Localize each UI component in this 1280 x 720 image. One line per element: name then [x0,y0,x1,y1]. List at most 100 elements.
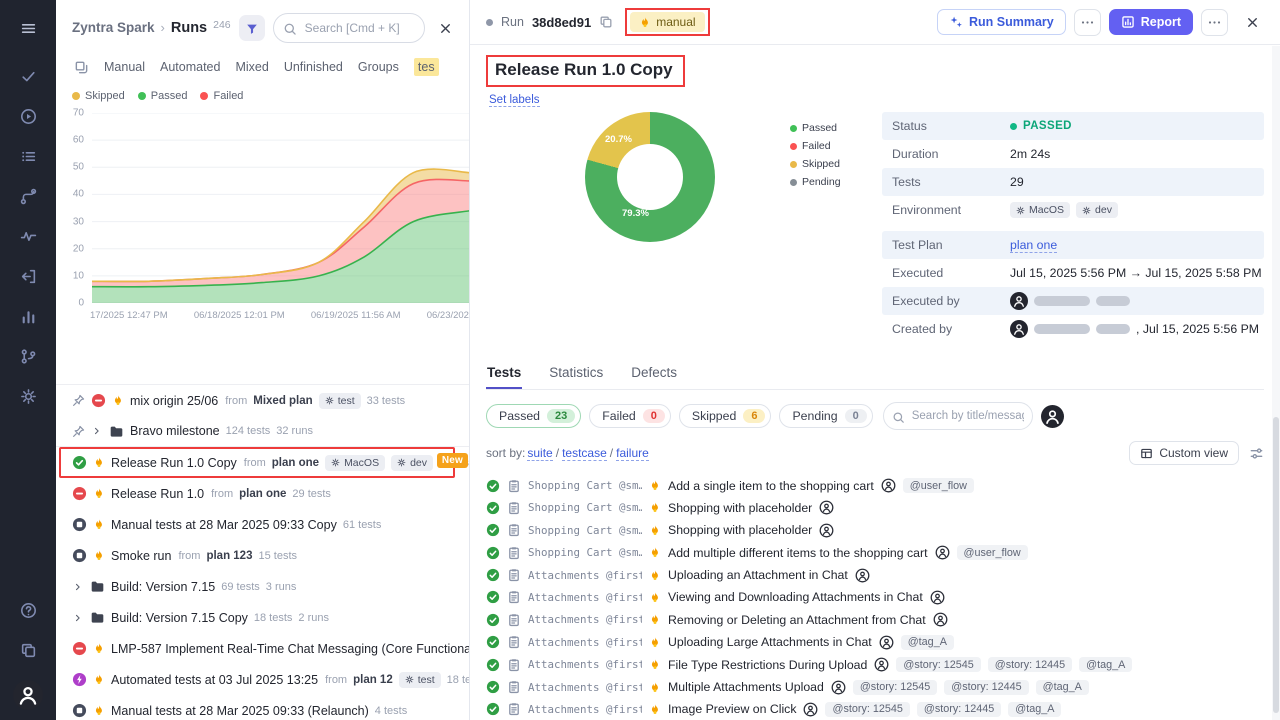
tests-search-input[interactable] [883,402,1033,430]
test-title[interactable]: Add multiple different items to the shop… [668,546,928,560]
test-title[interactable]: Uploading an Attachment in Chat [668,568,848,582]
custom-view-button[interactable]: Custom view [1129,441,1239,465]
sort-by-testcase[interactable]: testcase [562,446,607,461]
assignee-icon[interactable] [803,702,818,717]
pulse-icon[interactable] [10,218,46,254]
assignee-filter-avatar[interactable] [1041,405,1064,428]
docs-icon[interactable] [10,632,46,668]
check-icon[interactable] [10,58,46,94]
test-title[interactable]: Uploading Large Attachments in Chat [668,635,872,649]
test-row[interactable]: Attachments @firstUploading Large Attach… [486,631,1264,653]
test-row[interactable]: Shopping Cart @sm…Shopping with placehol… [486,497,1264,519]
assignee-icon[interactable] [831,680,846,695]
tab-mixed[interactable]: Mixed [235,60,268,74]
chevron-right-icon[interactable] [72,612,84,624]
test-title[interactable]: Multiple Attachments Upload [668,680,824,694]
more-options-button-2[interactable] [1201,9,1228,36]
test-row[interactable]: Attachments @firstImage Preview on Click… [486,698,1264,720]
tab-manual[interactable]: Manual [104,60,145,74]
filter-pending[interactable]: Pending0 [779,404,872,428]
branch-icon[interactable] [10,338,46,374]
tab-tes[interactable]: tes [414,58,439,76]
test-tag[interactable]: @tag_A [1036,680,1089,695]
test-tag[interactable]: @story: 12545 [853,680,937,695]
tab-tests[interactable]: Tests [486,356,522,389]
test-title[interactable]: Removing or Deleting an Attachment from … [668,613,926,627]
test-row[interactable]: Attachments @firstViewing and Downloadin… [486,586,1264,608]
report-button[interactable]: Report [1109,9,1193,36]
run-list-item[interactable]: Release Run 1.0fromplan one29 tests [56,478,469,509]
project-name[interactable]: Zyntra Spark [72,20,155,35]
set-labels-link[interactable]: Set labels [489,94,540,107]
tab-defects[interactable]: Defects [630,356,678,389]
tasks-icon[interactable] [10,138,46,174]
close-panel-button[interactable] [433,16,457,40]
filter-button[interactable] [239,15,265,41]
assignee-icon[interactable] [879,635,894,650]
tab-statistics[interactable]: Statistics [548,356,604,389]
test-row[interactable]: Shopping Cart @sm…Shopping with placehol… [486,519,1264,541]
run-list-item[interactable]: Smoke runfromplan 12315 tests [56,540,469,571]
analytics-icon[interactable] [10,298,46,334]
assignee-icon[interactable] [933,612,948,627]
run-list-item[interactable]: Manual tests at 28 Mar 2025 09:33 (Relau… [56,695,469,720]
breadcrumb-section[interactable]: Runs [171,20,207,36]
user-avatar-icon[interactable] [13,680,43,710]
run-plan-link[interactable]: plan one [239,488,286,500]
test-tag[interactable]: @user_flow [903,478,974,493]
run-list-item[interactable]: LMP-587 Implement Real-Time Chat Messagi… [56,633,469,664]
test-tag[interactable]: @story: 12445 [944,680,1028,695]
assignee-icon[interactable] [855,568,870,583]
help-icon[interactable] [10,592,46,628]
test-plan-link[interactable]: plan one [1010,238,1057,253]
run-list-item[interactable]: Manual tests at 28 Mar 2025 09:33 Copy61… [56,509,469,540]
filter-passed[interactable]: Passed23 [486,404,581,428]
run-list-item[interactable]: Automated tests at 03 Jul 2025 13:25from… [56,664,469,695]
scrollbar-thumb[interactable] [1273,417,1279,714]
menu-icon[interactable] [10,10,46,46]
test-row[interactable]: Shopping Cart @sm…Add multiple different… [486,542,1264,564]
test-tag[interactable]: @story: 12545 [896,657,980,672]
test-title[interactable]: Shopping with placeholder [668,501,812,515]
test-row[interactable]: Attachments @firstUploading an Attachmen… [486,564,1264,586]
play-icon[interactable] [10,98,46,134]
close-run-button[interactable] [1240,10,1264,34]
test-row[interactable]: Attachments @firstFile Type Restrictions… [486,653,1264,675]
select-all-icon[interactable] [74,60,89,75]
run-list-item[interactable]: Build: Version 7.15 Copy18 tests2 runs [56,602,469,633]
assignee-icon[interactable] [930,590,945,605]
test-tag[interactable]: @story: 12445 [988,657,1072,672]
sort-by-suite[interactable]: suite [527,446,552,461]
chevron-right-icon[interactable] [72,581,84,593]
test-title[interactable]: Image Preview on Click [668,702,796,716]
run-plan-link[interactable]: plan 12 [353,674,393,686]
settings-icon[interactable] [10,378,46,414]
test-title[interactable]: Shopping with placeholder [668,523,812,537]
run-list-item[interactable]: Release Run 1.0 Copyfromplan oneMacOSdev… [59,447,455,478]
copy-run-id-icon[interactable] [599,15,613,29]
test-row[interactable]: Attachments @firstMultiple Attachments U… [486,676,1264,698]
test-tag[interactable]: @user_flow [957,545,1028,560]
signin-icon[interactable] [10,258,46,294]
sort-by-failure[interactable]: failure [616,446,649,461]
assignee-icon[interactable] [881,478,896,493]
assignee-icon[interactable] [819,523,834,538]
tab-unfinished[interactable]: Unfinished [284,60,343,74]
more-options-button[interactable] [1074,9,1101,36]
test-tag[interactable]: @tag_A [901,635,954,650]
test-tag[interactable]: @story: 12545 [825,702,909,717]
chevron-right-icon[interactable] [91,425,103,437]
assignee-icon[interactable] [874,657,889,672]
test-row[interactable]: Attachments @firstRemoving or Deleting a… [486,609,1264,631]
test-title[interactable]: File Type Restrictions During Upload [668,658,867,672]
run-plan-link[interactable]: Mixed plan [253,395,312,407]
run-summary-button[interactable]: Run Summary [937,9,1066,36]
run-list-item[interactable]: Build: Version 7.1569 tests3 runs [56,571,469,602]
test-tag[interactable]: @story: 12445 [917,702,1001,717]
test-tag[interactable]: @tag_A [1079,657,1132,672]
flow-icon[interactable] [10,178,46,214]
test-tag[interactable]: @tag_A [1008,702,1061,717]
filter-skipped[interactable]: Skipped6 [679,404,772,428]
tab-groups[interactable]: Groups [358,60,399,74]
filter-failed[interactable]: Failed0 [589,404,671,428]
